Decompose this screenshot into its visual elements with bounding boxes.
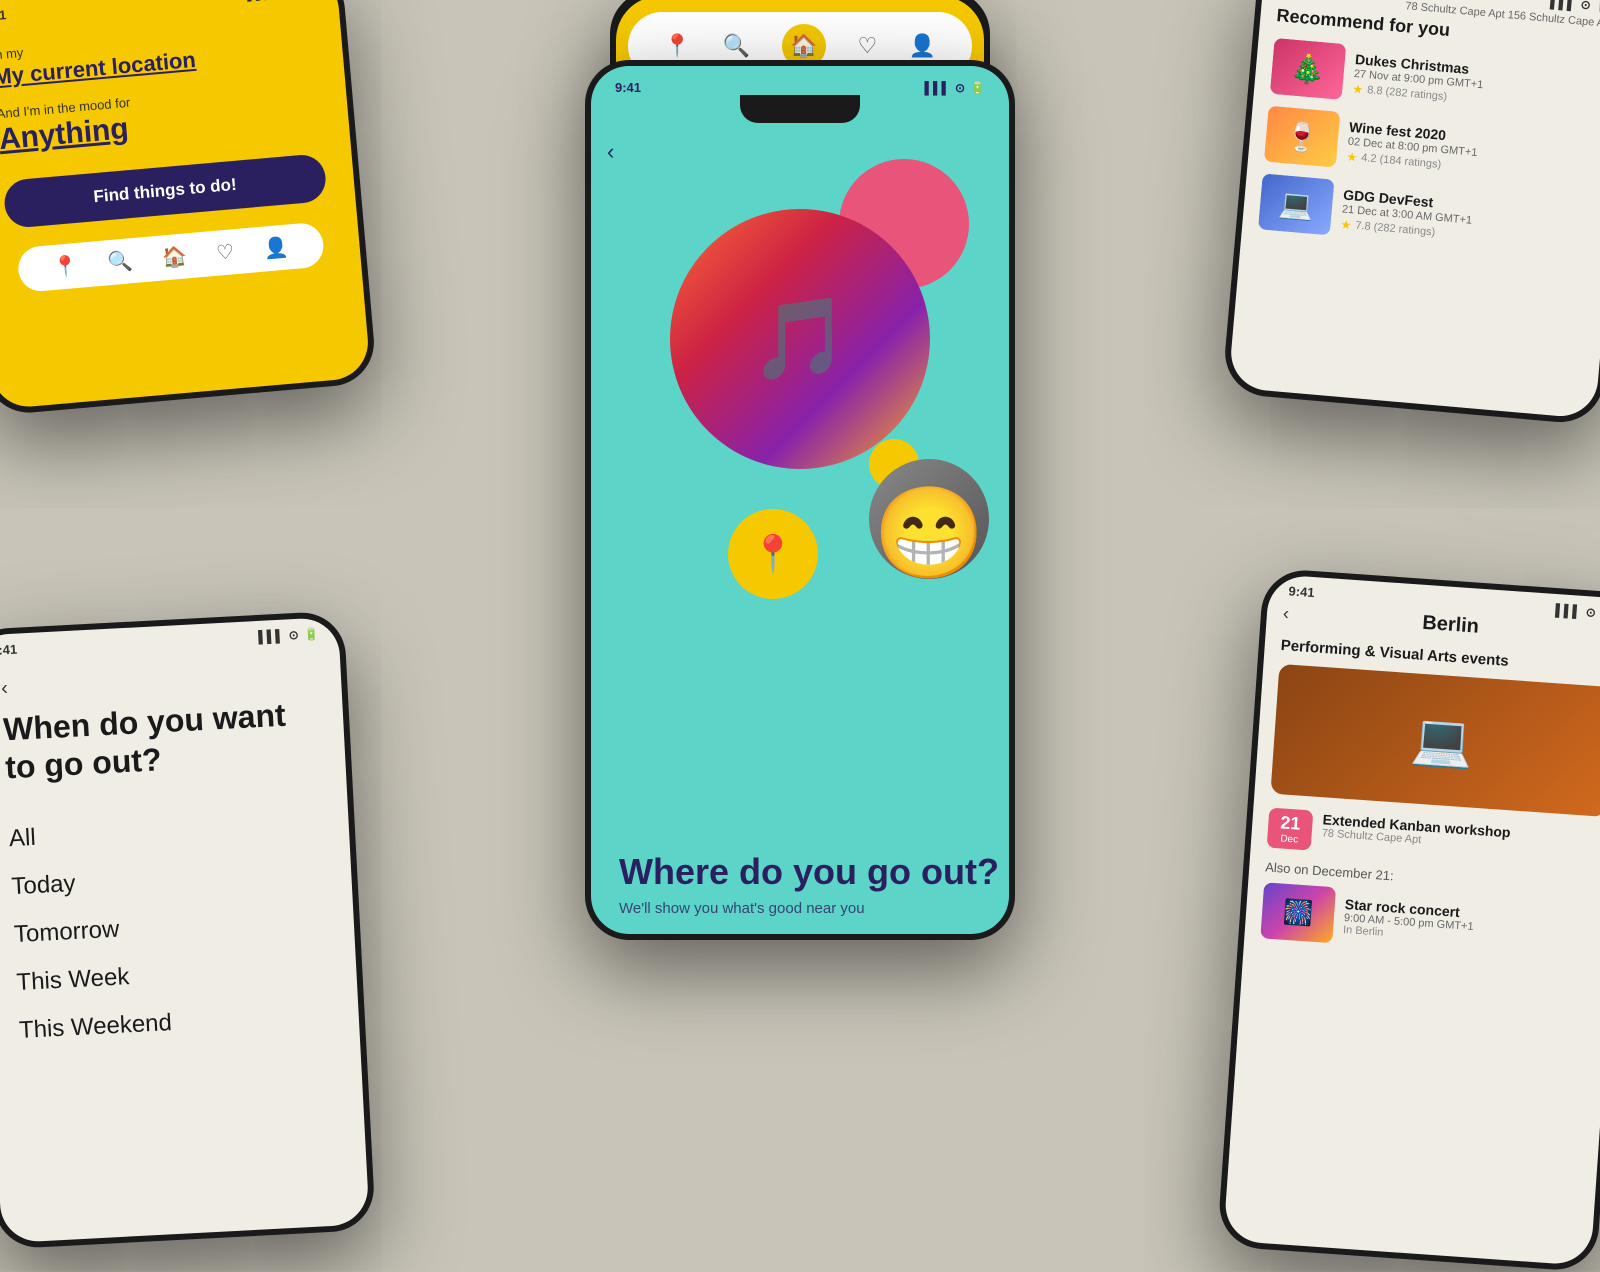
find-things-button[interactable]: Find things to do! (3, 153, 328, 229)
nav-profile-icon[interactable]: 👤 (263, 234, 290, 261)
concert-info: Star rock concert 9:00 AM - 5:00 pm GMT+… (1343, 896, 1475, 945)
nav-heart-icon[interactable]: ♡ (215, 239, 235, 265)
star-icon-3: ★ (1340, 217, 1352, 232)
star-icon-1: ★ (1352, 81, 1364, 96)
kanban-info: Extended Kanban workshop 78 Schultz Cape… (1321, 811, 1511, 852)
notch (740, 95, 860, 123)
phone-center: 9:41 ▌▌▌ ⊙ 🔋 ‹ 🎵 😁 📍 Where do you go out… (585, 60, 1015, 940)
status-icons-center: ▌▌▌ ⊙ 🔋 (924, 81, 985, 95)
yellow-content: In my My current location And I'm in the… (0, 0, 363, 316)
concert-image-circle: 🎵 (670, 209, 930, 469)
back-button-berlin[interactable]: ‹ (1282, 603, 1289, 624)
event-thumb-3: 💻 (1258, 173, 1335, 235)
also-section: Also on December 21: 🎆 Star rock concert… (1260, 859, 1600, 961)
status-icons-bottom-right: ▌▌▌ ⊙ 🔋 (1555, 603, 1600, 621)
status-time-bottom-right: 9:41 (1288, 583, 1315, 600)
top-nav-search-icon[interactable]: 🔍 (723, 33, 750, 59)
berlin-city-title: Berlin (1422, 612, 1480, 639)
pin-icon: 📍 (751, 533, 796, 575)
bottom-nav-yellow: 📍 🔍 🏠 ♡ 👤 (17, 221, 326, 292)
event-thumb-2: 🍷 (1264, 106, 1341, 168)
kanban-event-row[interactable]: 21 Dec Extended Kanban workshop 78 Schul… (1267, 808, 1600, 871)
person-emoji: 😁 (873, 489, 985, 579)
person-image-circle: 😁 (869, 459, 989, 579)
top-nav-heart-icon[interactable]: ♡ (857, 33, 877, 59)
recommend-content: 78 Schultz Cape Apt 156 Schultz Cape Apt… (1242, 0, 1600, 260)
top-nav-profile-icon[interactable]: 👤 (909, 33, 936, 59)
center-subtext: We'll show you what's good near you (619, 900, 999, 917)
where-heading: Where do you go out? (619, 851, 999, 892)
status-time-center: 9:41 (615, 80, 641, 95)
event-img-2: 🍷 (1264, 106, 1341, 168)
event-thumb-1: 🎄 (1270, 38, 1347, 100)
phone-yellow: 9:41 ▌▌▌ wifi 🔋 In my My current locatio… (0, 0, 378, 416)
berlin-content: ‹ Berlin Performing & Visual Arts events… (1244, 601, 1600, 963)
hero-laptop-icon: 💻 (1409, 709, 1475, 772)
status-time-yellow: 9:41 (0, 7, 7, 24)
event-hero-image: 💻 (1270, 664, 1600, 817)
event-img-1: 🎄 (1270, 38, 1347, 100)
when-options-list: All Today Tomorrow This Week This Weeken… (8, 799, 332, 1055)
event-img-3: 💻 (1258, 173, 1335, 235)
star-icon-2: ★ (1346, 149, 1358, 164)
phone-top-right: 9:41 ▌▌▌ ⊙ 🔋 78 Schultz Cape Apt 156 Sch… (1222, 0, 1600, 426)
back-button-bottom-left[interactable]: ‹ (1, 661, 314, 700)
date-badge: 21 Dec (1267, 808, 1314, 851)
back-button-center[interactable]: ‹ (607, 139, 614, 165)
event-month: Dec (1271, 833, 1308, 846)
phone-bottom-left: 9:41 ▌▌▌ ⊙ 🔋 ‹ When do you want to go ou… (0, 610, 376, 1249)
center-content: ‹ 🎵 😁 📍 Where do you go out? We'll show … (591, 129, 1009, 934)
top-nav-location-icon[interactable]: 📍 (664, 33, 691, 59)
nav-home-icon[interactable]: 🏠 (161, 243, 188, 270)
status-time-bottom-left: 9:41 (0, 642, 18, 658)
when-content: ‹ When do you want to go out? All Today … (0, 644, 361, 1072)
event-day: 21 (1272, 812, 1309, 835)
nav-search-icon[interactable]: 🔍 (106, 248, 133, 275)
concert-thumb-icon: 🎆 (1260, 882, 1336, 943)
location-pin-yellow: 📍 (728, 509, 818, 599)
nav-location-icon[interactable]: 📍 (52, 253, 79, 280)
phone-bottom-right: 9:41 ▌▌▌ ⊙ 🔋 ‹ Berlin Performing & Visua… (1217, 568, 1600, 1272)
status-icons-bottom-left: ▌▌▌ ⊙ 🔋 (258, 626, 319, 643)
event-info-1: Dukes Christmas 27 Nov at 9:00 pm GMT+1 … (1352, 51, 1600, 118)
center-bottom-text: Where do you go out? We'll show you what… (619, 851, 999, 917)
event-info-3: GDG DevFest 21 Dec at 3:00 AM GMT+1 ★ 7.… (1340, 186, 1597, 253)
concert-silhouette-icon: 🎵 (750, 292, 850, 386)
when-title: When do you want to go out? (2, 694, 318, 787)
event-info-2: Wine fest 2020 02 Dec at 8:00 pm GMT+1 ★… (1346, 118, 1600, 185)
status-icons-top-right: ▌▌▌ ⊙ 🔋 (1550, 0, 1600, 14)
